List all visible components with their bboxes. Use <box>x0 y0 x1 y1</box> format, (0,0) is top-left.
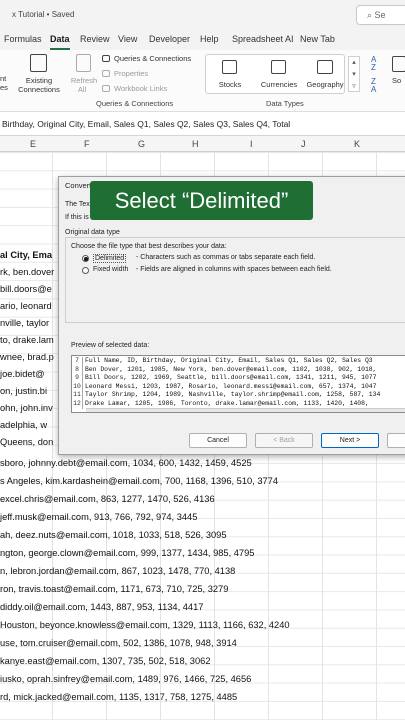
more-icon: ▿ <box>352 83 356 90</box>
stocks-icon <box>222 60 237 74</box>
chevron-down-icon: ▾ <box>352 71 356 78</box>
geography-icon <box>317 60 333 74</box>
data-preview[interactable]: 7 Full Name, ID, Birthday, Original City,… <box>71 355 405 413</box>
queries-icon <box>102 55 110 62</box>
cell-text[interactable]: rk, ben.dover <box>0 267 54 277</box>
fixed-width-label[interactable]: Fixed width <box>93 266 128 273</box>
connections-icon <box>30 54 47 72</box>
cancel-button[interactable]: Cancel <box>189 433 247 448</box>
title-bar: x Tutorial • Saved ⌕ Se <box>0 0 405 30</box>
tab-data[interactable]: Data <box>50 34 70 50</box>
column-header[interactable]: H <box>192 139 199 149</box>
refresh-icon <box>76 54 91 72</box>
dialog-title: Convert <box>65 181 92 190</box>
preview-row: 8 Ben Dover, 1201, 1985, New York, ben.do… <box>72 365 405 375</box>
chevron-up-icon: ▴ <box>352 59 356 66</box>
sort-za-button[interactable]: ZA <box>371 78 376 94</box>
tab-new-tab[interactable]: New Tab <box>300 34 335 44</box>
preview-scrollbar[interactable] <box>86 408 405 412</box>
sort-az-button[interactable]: AZ <box>371 56 376 72</box>
sort-icon <box>392 56 405 72</box>
search-icon: ⌕ <box>367 10 375 20</box>
preview-row: 7 Full Name, ID, Birthday, Original City,… <box>72 357 405 366</box>
cell-text[interactable]: jeff.musk@email.com, 913, 766, 792, 974,… <box>0 512 197 522</box>
workbook-links-icon <box>102 85 110 92</box>
cell-text[interactable]: diddy.oil@email.com, 1443, 887, 953, 113… <box>0 602 203 612</box>
cell-text[interactable]: excel.chris@email.com, 863, 1277, 1470, … <box>0 494 215 504</box>
currencies-icon <box>271 60 286 74</box>
choose-label: Choose the file type that best describes… <box>71 243 227 250</box>
cell-text[interactable]: Queens, don <box>0 437 53 447</box>
cell-text[interactable]: ario, leonard <box>0 301 52 311</box>
cell-text[interactable]: use, tom.cruiser@email.com, 502, 1386, 1… <box>0 638 237 648</box>
column-header[interactable]: I <box>250 139 253 149</box>
cell-text[interactable]: joe.bidet@ <box>0 369 45 379</box>
preview-row: 10 Leonard Messi, 1203, 1987, Rosario, le… <box>73 382 377 392</box>
tab-review[interactable]: Review <box>80 34 110 44</box>
cell-text[interactable]: ron, travis.toast@email.com, 1171, 673, … <box>0 584 228 594</box>
delimited-radio[interactable] <box>82 255 89 262</box>
section-title: Original data type <box>65 229 120 236</box>
cell-text[interactable]: nville, taylor <box>0 318 49 328</box>
cell-text[interactable]: iusko, oprah.sinfrey@email.com, 1489, 97… <box>0 674 251 684</box>
cell-text[interactable]: ah, deez.nuts@email.com, 1018, 1033, 518… <box>0 530 227 540</box>
cell-text[interactable]: adelphia, w <box>0 420 47 430</box>
cell-text[interactable]: rd, mick.jacked@email.com, 1135, 1317, 7… <box>0 692 237 702</box>
cell-text[interactable]: ngton, george.clown@email.com, 999, 1377… <box>0 548 254 558</box>
preview-row: 9 Bill Doors, 1202, 1969, Seattle, bill.d… <box>72 374 405 383</box>
search-box[interactable]: ⌕ Se <box>356 5 405 25</box>
ribbon-cut-label-2: es <box>0 83 8 92</box>
back-button[interactable]: < Back <box>255 433 313 448</box>
column-header[interactable]: G <box>138 139 145 149</box>
fixed-width-description: - Fields are aligned in columns with spa… <box>136 266 332 273</box>
cell-text[interactable]: s Angeles, kim.kardashein@email.com, 700… <box>0 476 278 486</box>
cell-text[interactable]: n, lebron.jordan@email.com, 867, 1023, 1… <box>0 566 235 576</box>
column-header[interactable]: J <box>301 139 306 149</box>
ribbon-tabs: Formulas Data Review View Developer Help… <box>0 30 405 50</box>
tab-view[interactable]: View <box>118 34 137 44</box>
finish-button-partial[interactable] <box>387 433 405 448</box>
cell-text[interactable]: sboro, johnny.debt@email.com, 1034, 600,… <box>0 458 252 468</box>
cell-text[interactable]: on, justin.bi <box>0 386 47 396</box>
preview-label: Preview of selected data: <box>71 342 150 349</box>
formula-bar[interactable]: Birthday, Original City, Email, Sales Q1… <box>0 112 405 136</box>
sort-label[interactable]: So <box>392 76 401 85</box>
workbook-title: x Tutorial • Saved <box>12 10 75 19</box>
properties-icon <box>102 70 110 77</box>
cell-text[interactable]: kanye.east@email.com, 1307, 735, 502, 51… <box>0 656 211 666</box>
group-label-datatypes: Data Types <box>266 99 304 108</box>
column-header[interactable]: F <box>84 139 90 149</box>
ribbon-cut-label-1: nt <box>0 74 7 83</box>
column-header[interactable]: K <box>354 139 360 149</box>
original-data-type-group: Choose the file type that best describes… <box>65 237 405 323</box>
cell-text[interactable]: al City, Ema <box>0 250 52 260</box>
column-header[interactable]: E <box>30 139 36 149</box>
delimited-label[interactable]: Delimited <box>93 254 127 263</box>
cell-text[interactable]: Houston, beyonce.knowless@email.com, 132… <box>0 620 290 630</box>
column-headers: E F G H I J K <box>0 136 405 152</box>
cell-text[interactable]: to, drake.lam <box>0 335 54 345</box>
cell-text[interactable]: bill.doors@e <box>0 284 52 294</box>
fixed-width-radio[interactable] <box>82 267 89 274</box>
group-label-queries: Queries & Connections <box>96 99 174 108</box>
gallery-scroll[interactable]: ▴ ▾ ▿ <box>348 56 360 92</box>
ribbon: nt es Existing Connections Refresh All Q… <box>0 50 405 112</box>
tutorial-callout: Select “Delimited” <box>90 181 313 220</box>
preview-row: 11 Taylor Shrimp, 1204, 1989, Nashville, … <box>73 391 381 400</box>
cell-text[interactable]: wnee, brad.p <box>0 352 54 362</box>
tab-developer[interactable]: Developer <box>149 34 190 44</box>
tab-spreadsheet-ai[interactable]: Spreadsheet AI <box>232 34 294 44</box>
dialog-intro-line: The Text <box>65 201 92 208</box>
tab-formulas[interactable]: Formulas <box>4 34 42 44</box>
delimited-description: - Characters such as commas or tabs sepa… <box>136 254 316 261</box>
cell-text[interactable]: ohn, john.inv <box>0 403 53 413</box>
tab-help[interactable]: Help <box>200 34 219 44</box>
next-button[interactable]: Next > <box>321 433 379 448</box>
